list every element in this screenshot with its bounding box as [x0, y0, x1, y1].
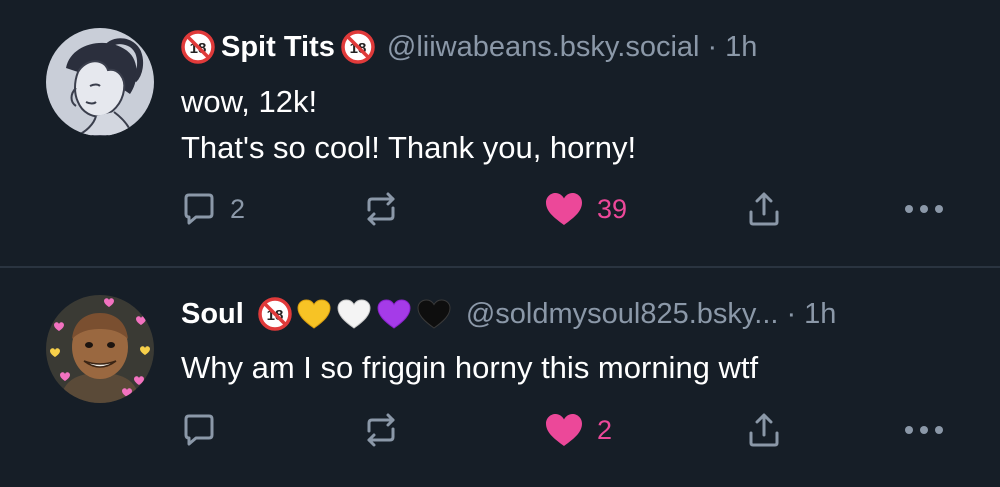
avatar[interactable]: [46, 28, 154, 136]
reply-button[interactable]: 2: [180, 184, 245, 234]
post-header: 18 Spit Tits 18 @liiwabeans.bsky.social …: [181, 27, 757, 67]
handle[interactable]: @soldmysoul825.bsky...: [466, 298, 779, 331]
avatar-character-icon: [46, 295, 154, 403]
separator-dot: ·: [707, 30, 718, 63]
display-name[interactable]: Spit Tits: [221, 31, 335, 64]
like-count: 39: [597, 193, 628, 224]
no-under-18-icon: 18: [258, 297, 292, 331]
like-button[interactable]: 39: [543, 184, 627, 234]
action-bar: 2 39: [0, 184, 1000, 234]
share-icon: [749, 192, 779, 226]
reply-count: 2: [230, 193, 246, 224]
separator-dot: ·: [786, 297, 797, 330]
yellow-heart-icon: [297, 299, 331, 329]
no-under-18-icon: 18: [341, 30, 375, 64]
reply-icon: [184, 414, 214, 446]
action-bar: 2: [0, 405, 1000, 455]
avatar-illustration-icon: [46, 28, 154, 136]
display-name[interactable]: Soul: [181, 298, 244, 331]
post-text: wow, 12k! That's so cool! Thank you, hor…: [181, 79, 636, 171]
post-text: Why am I so friggin horny this morning w…: [181, 345, 758, 391]
avatar[interactable]: [46, 295, 154, 403]
more-dots-icon: [905, 426, 943, 434]
post[interactable]: 18 Spit Tits 18 @liiwabeans.bsky.social …: [0, 0, 1000, 266]
timestamp[interactable]: 1h: [804, 298, 836, 331]
post-header: Soul 18 @soldmysoul825.bsky... · 1h: [181, 294, 836, 334]
reply-button[interactable]: [180, 405, 230, 455]
repost-button[interactable]: [361, 184, 401, 234]
heart-filled-icon: [546, 414, 582, 446]
share-button[interactable]: [746, 184, 782, 234]
handle[interactable]: @liiwabeans.bsky.social: [387, 31, 700, 64]
share-button[interactable]: [746, 405, 782, 455]
repost-icon: [367, 413, 395, 447]
more-dots-icon: [905, 205, 943, 213]
reply-icon: [184, 193, 214, 225]
heart-filled-icon: [546, 193, 582, 225]
black-heart-icon: [417, 299, 451, 329]
more-options-button[interactable]: [903, 184, 945, 234]
more-options-button[interactable]: [903, 405, 945, 455]
post-text-line: wow, 12k!: [181, 84, 318, 119]
repost-icon: [367, 192, 395, 226]
like-count: 2: [597, 414, 613, 445]
post-text-line: That's so cool! Thank you, horny!: [181, 130, 637, 165]
no-under-18-icon: 18: [181, 30, 215, 64]
like-button[interactable]: 2: [543, 405, 612, 455]
share-icon: [749, 413, 779, 447]
post-text-line: Why am I so friggin horny this morning w…: [181, 350, 759, 385]
white-heart-icon: [337, 299, 371, 329]
post[interactable]: Soul 18 @soldmysoul825.bsky... · 1h Why …: [0, 268, 1000, 487]
timestamp[interactable]: 1h: [725, 31, 757, 64]
repost-button[interactable]: [361, 405, 401, 455]
purple-heart-icon: [377, 299, 411, 329]
